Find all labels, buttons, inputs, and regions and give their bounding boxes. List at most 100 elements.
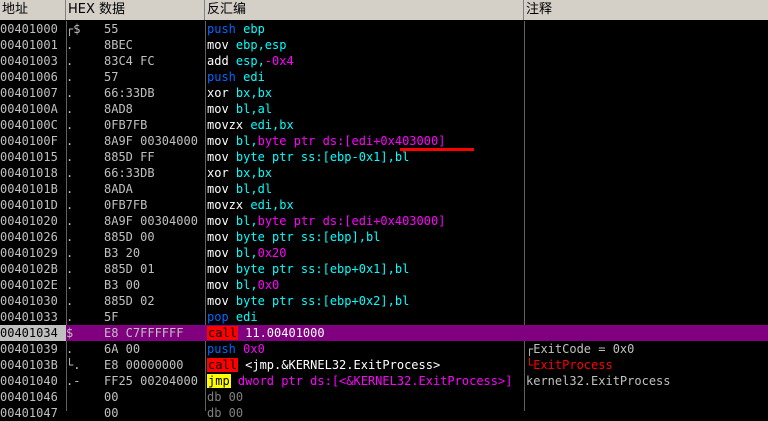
row-address: 00401006 xyxy=(0,70,58,84)
disasm-row[interactable]: 00401000 ┌$ 55 push ebp xyxy=(0,21,768,37)
row-disasm: mov bl,al xyxy=(207,101,523,117)
row-hex: 8ADA xyxy=(104,182,133,196)
disasm-row[interactable]: 0040101B. 8ADA mov bl,dl xyxy=(0,181,768,197)
disasm-row[interactable]: 0040101D. 0FB7FB movzx edi,bx xyxy=(0,197,768,213)
row-marker: . xyxy=(66,198,74,212)
row-marker: . xyxy=(66,294,74,308)
disasm-token: byte ptr ss:[ebp+0x2],bl xyxy=(228,294,410,308)
row-disasm: movzx edi,bx xyxy=(207,117,523,133)
disasm-token: edi xyxy=(235,70,265,84)
disasm-row[interactable]: 00401039. 6A 00 push 0x0 ┌ExitCode = 0x0 xyxy=(0,341,768,357)
row-address: 00401020 xyxy=(0,214,58,228)
disasm-row[interactable]: 0040100C. 0FB7FB movzx edi,bx xyxy=(0,117,768,133)
disasm-row[interactable]: 0040100F. 8A9F 00304000 mov bl,byte ptr ds… xyxy=(0,133,768,149)
row-address: 00401030 xyxy=(0,294,58,308)
row-disasm: mov bl,0x20 xyxy=(207,245,523,261)
disasm-token: push xyxy=(207,70,236,84)
row-address: 00401001 xyxy=(0,38,58,52)
disasm-row[interactable]: 00401046 00 db 00 xyxy=(0,389,768,405)
row-comment: ┌ExitCode = 0x0 xyxy=(526,342,635,356)
disasm-token: edi,bx xyxy=(243,118,294,132)
row-disasm: add esp,-0x4 xyxy=(207,53,523,69)
row-hex: 57 xyxy=(104,70,119,84)
disasm-row[interactable]: 00401006. 57 push edi xyxy=(0,69,768,85)
disasm-row[interactable]: 00401030. 885D 02 mov byte ptr ss:[ebp+0x2… xyxy=(0,293,768,309)
row-hex: 0FB7FB xyxy=(104,198,148,212)
disasm-row[interactable]: 00401026. 885D 00 mov byte ptr ss:[ebp],bl xyxy=(0,229,768,245)
row-marker: . xyxy=(66,134,74,148)
disasm-row[interactable]: 00401003. 83C4 FC add esp,-0x4 xyxy=(0,53,768,69)
row-marker: . xyxy=(66,118,74,132)
disasm-row[interactable]: 00401018. 66:33DB xor bx,bx xyxy=(0,165,768,181)
row-hex: B3 20 xyxy=(104,246,141,260)
disasm-token: <jmp.&KERNEL32.ExitProcess> xyxy=(237,358,441,372)
disasm-token: mov xyxy=(207,102,229,116)
disasm-token: push xyxy=(207,22,236,36)
disasm-token: esp, xyxy=(228,54,265,68)
disasm-token: pop xyxy=(207,310,229,324)
row-hex: 5F xyxy=(104,310,119,324)
disasm-row[interactable]: 0040100A. 8AD8 mov bl,al xyxy=(0,101,768,117)
row-address: 00401040 xyxy=(0,374,58,388)
highlight-underline xyxy=(400,148,474,151)
disasm-row[interactable]: 00401029. B3 20 mov bl,0x20 xyxy=(0,245,768,261)
disasm-row[interactable]: 00401007. 66:33DB xor bx,bx xyxy=(0,85,768,101)
disasm-token: bl, xyxy=(228,246,258,260)
row-hex: 66:33DB xyxy=(104,166,155,180)
row-disasm: call <jmp.&KERNEL32.ExitProcess> xyxy=(207,357,523,373)
row-hex: FF25 00204000 xyxy=(104,374,198,388)
disasm-row[interactable]: 00401034 $ E8 C7FFFFFF call 11.00401000 xyxy=(0,325,768,341)
header-disasm[interactable]: 反汇编 xyxy=(205,0,524,20)
disasm-row[interactable]: 00401033. 5F pop edi xyxy=(0,309,768,325)
row-hex: 66:33DB xyxy=(104,86,155,100)
disasm-token: 0x0 xyxy=(235,342,265,356)
disasm-row[interactable]: 0040103B └. E8 00000000 call <jmp.&KERNEL32… xyxy=(0,357,768,373)
row-hex: 8A9F 00304000 xyxy=(104,214,198,228)
disasm-token: 11.00401000 xyxy=(237,326,325,340)
row-disasm: db 00 xyxy=(207,389,523,405)
disasm-row[interactable]: 00401001. 8BEC mov ebp,esp xyxy=(0,37,768,53)
row-address: 0040100A xyxy=(0,102,58,116)
row-hex: 00 xyxy=(104,406,119,420)
row-marker: . xyxy=(66,310,74,324)
row-address: 00401018 xyxy=(0,166,58,180)
row-hex: 0FB7FB xyxy=(104,118,148,132)
disasm-token: bl, xyxy=(228,214,258,228)
disasm-token: call xyxy=(207,358,238,372)
disasm-row[interactable]: 00401020. 8A9F 00304000 mov bl,byte ptr ds… xyxy=(0,213,768,229)
row-address: 00401026 xyxy=(0,230,58,244)
row-marker: . xyxy=(66,230,74,244)
header-comment[interactable]: 注释 xyxy=(524,0,768,20)
row-disasm: xor bx,bx xyxy=(207,85,523,101)
disasm-row[interactable]: 00401015. 885D FF mov byte ptr ss:[ebp-0x1… xyxy=(0,149,768,165)
disasm-token: call xyxy=(207,326,238,340)
disassembly-list[interactable]: 00401000 ┌$ 55 push ebp 00401001. 8BEC mov ebp… xyxy=(0,21,768,421)
row-disasm: mov byte ptr ss:[ebp],bl xyxy=(207,229,523,245)
disasm-token: bx,bx xyxy=(228,86,273,100)
row-hex: 6A 00 xyxy=(104,342,141,356)
disasm-row[interactable]: 0040102B. 885D 01 mov byte ptr ss:[ebp+0x1… xyxy=(0,261,768,277)
header-address[interactable]: 地址 xyxy=(0,0,66,20)
row-hex: 55 xyxy=(104,22,119,36)
row-marker: $ xyxy=(66,326,74,340)
disasm-row[interactable]: 00401040 .- FF25 00204000 jmp dword ptr ds:… xyxy=(0,373,768,389)
disasm-token: dword ptr ds:[<&KERNEL32.ExitProcess>] xyxy=(230,374,513,388)
disasm-token: mov xyxy=(207,182,229,196)
row-marker: . xyxy=(66,38,74,52)
row-disasm: jmp dword ptr ds:[<&KERNEL32.ExitProcess… xyxy=(207,373,523,389)
header-hex[interactable]: HEX 数据 xyxy=(66,0,205,20)
row-disasm: mov byte ptr ss:[ebp-0x1],bl xyxy=(207,149,523,165)
row-marker: . xyxy=(66,166,74,180)
row-address: 0040102E xyxy=(0,278,58,292)
row-hex: 83C4 FC xyxy=(104,54,155,68)
disasm-row[interactable]: 00401047 00 db 00 xyxy=(0,405,768,421)
row-disasm: push ebp xyxy=(207,21,523,37)
row-disasm: db 00 xyxy=(207,405,523,421)
row-address: 00401033 xyxy=(0,310,58,324)
disasm-token: ebp,esp xyxy=(228,38,287,52)
disasm-token: byte ptr ds:[edi+0x403000] xyxy=(257,134,446,148)
disasm-token: edi xyxy=(228,310,258,324)
disasm-token: mov xyxy=(207,294,229,308)
disasm-row[interactable]: 0040102E. B3 00 mov bl,0x0 xyxy=(0,277,768,293)
disasm-token: mov xyxy=(207,230,229,244)
